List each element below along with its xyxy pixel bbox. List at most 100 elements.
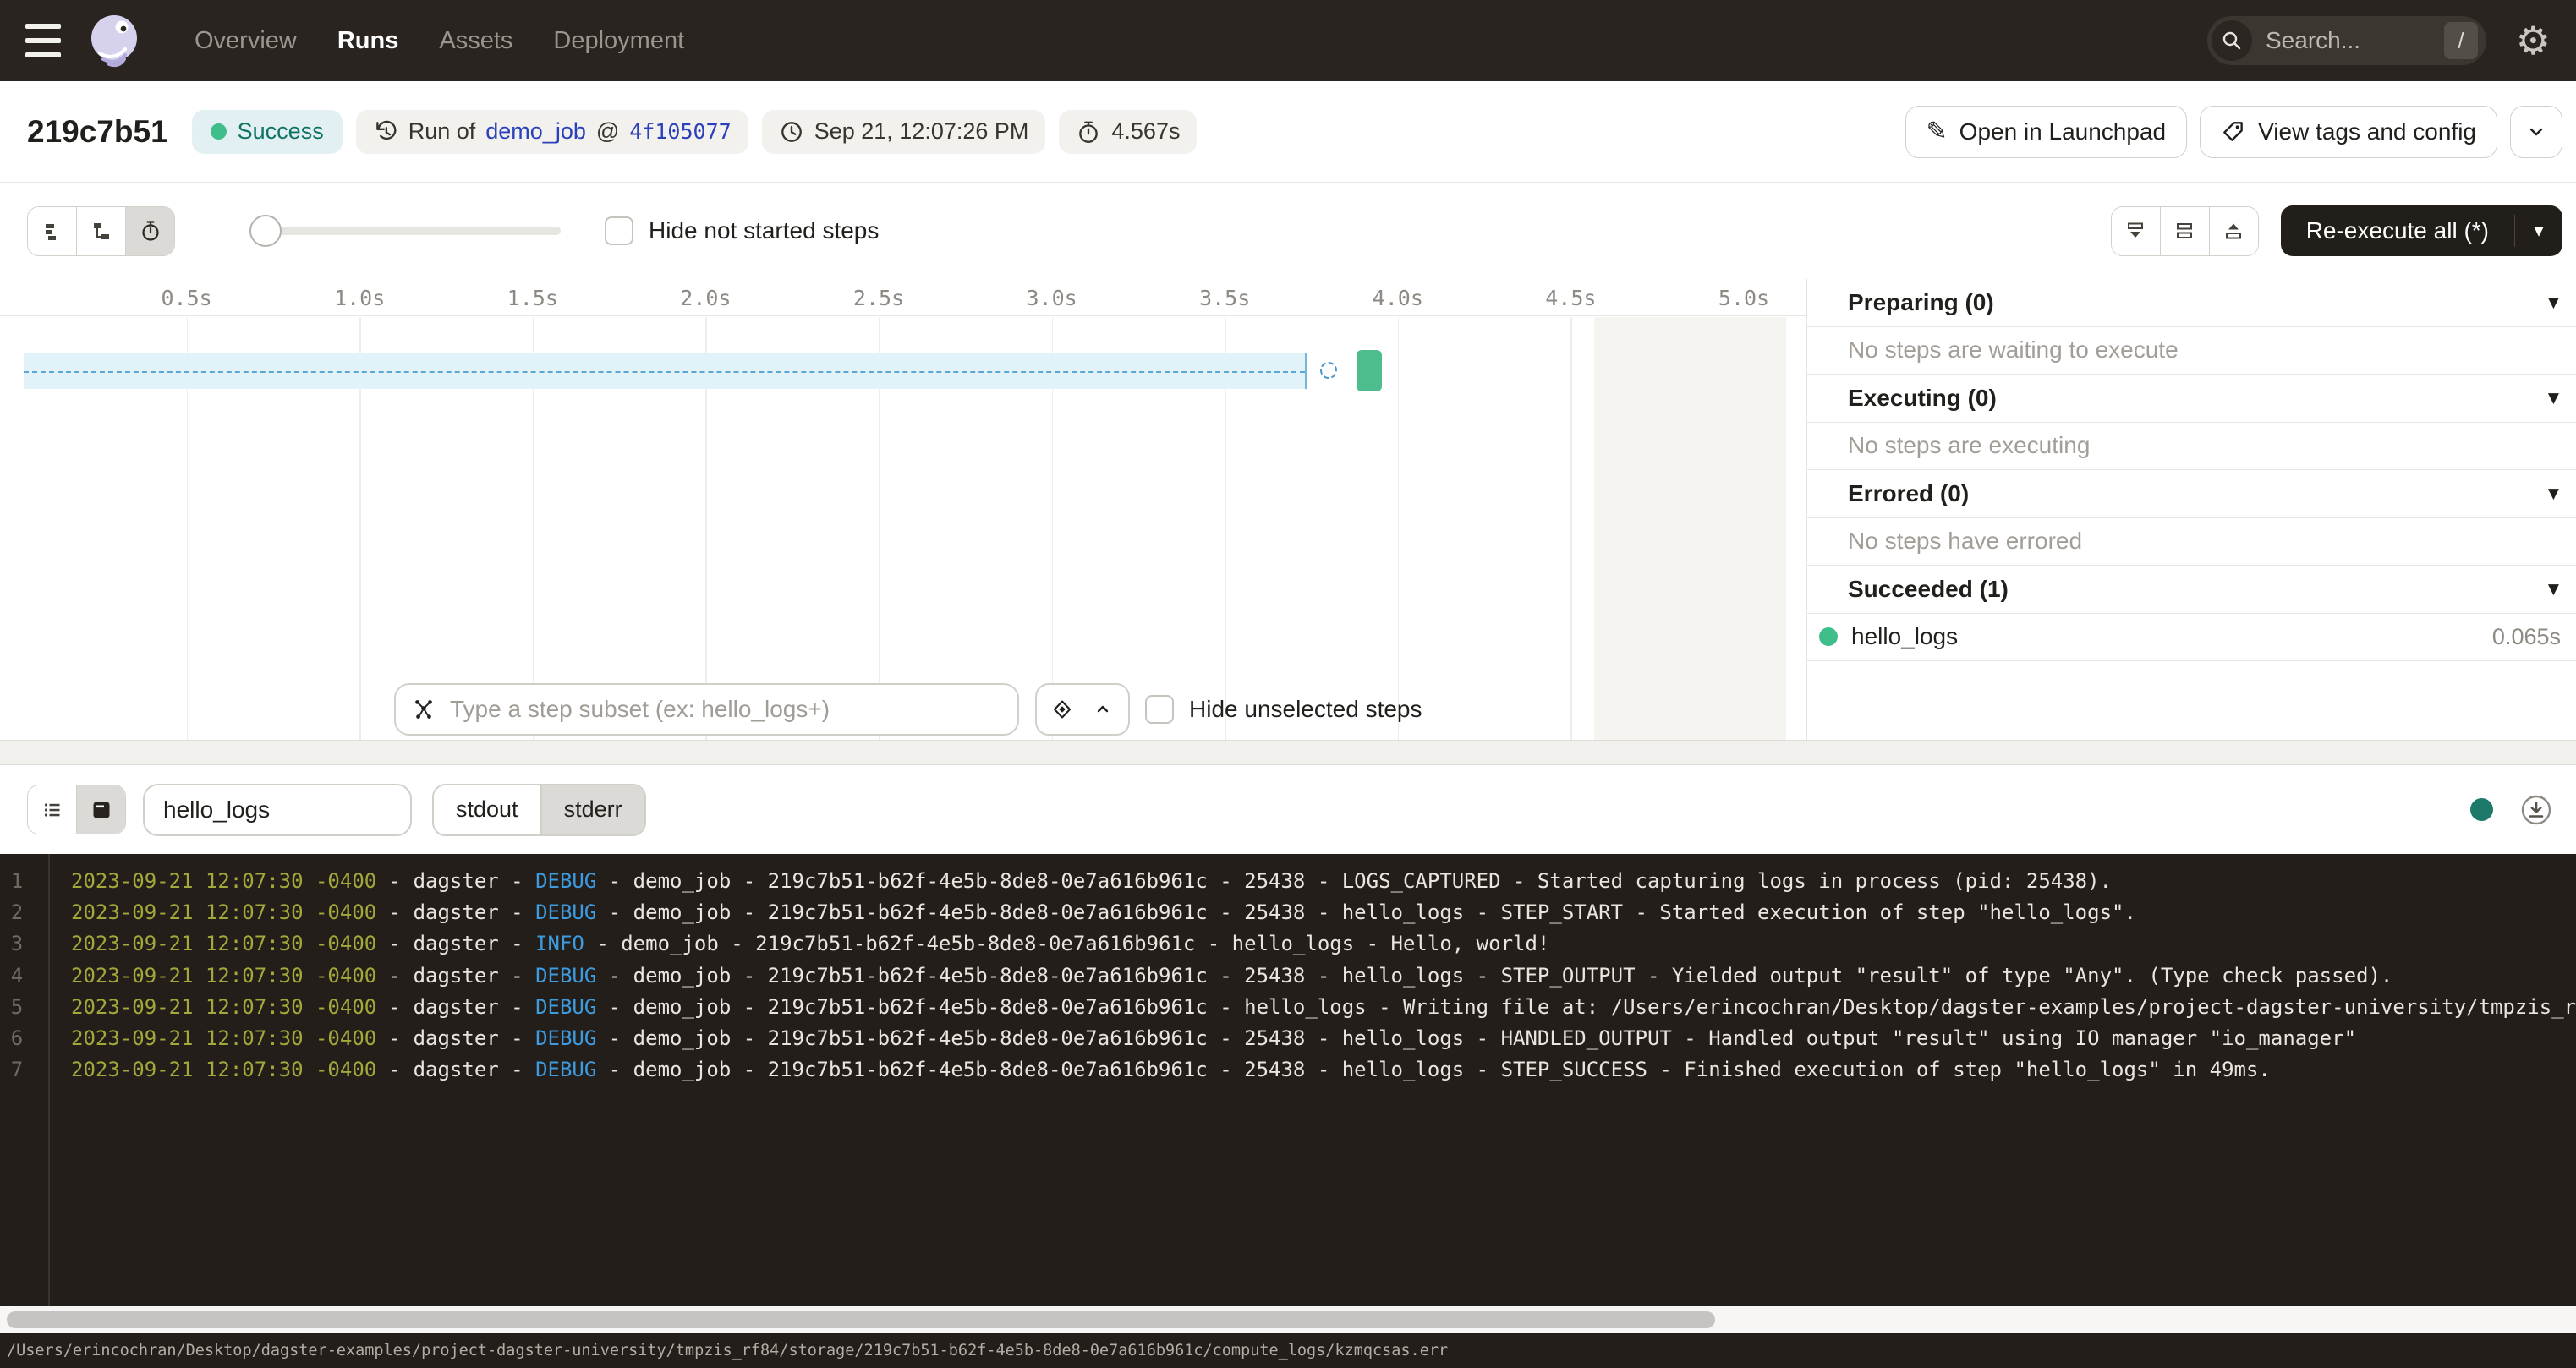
- section-collapse-caret-icon[interactable]: ▼: [2548, 390, 2564, 407]
- hamburger-menu-button[interactable]: [25, 24, 63, 57]
- log-toolbar: stdoutstderr: [0, 765, 2576, 854]
- step-section-header[interactable]: Preparing (0)▼: [1807, 279, 2576, 327]
- run-header-actions: ✎ Open in Launchpad View tags and config: [1905, 106, 2562, 158]
- gantt-after-run-region: [1594, 317, 1786, 740]
- nav-item-assets[interactable]: Assets: [439, 27, 512, 55]
- succeeded-step-row[interactable]: hello_logs 0.065s: [1807, 614, 2576, 662]
- step-section-title: Executing (0): [1848, 385, 1997, 412]
- axis-tick-label: 5.0s: [1718, 286, 1769, 310]
- section-collapse-caret-icon[interactable]: ▼: [2548, 581, 2564, 598]
- list-icon: [41, 798, 64, 822]
- collapse-up-button[interactable]: [2209, 207, 2258, 255]
- hide-not-started-checkbox[interactable]: [605, 216, 633, 245]
- panel-splitter[interactable]: [0, 740, 2576, 765]
- gantt-zoom-controls: [1035, 683, 1130, 736]
- zoom-fit-diamond-icon: [1050, 698, 1074, 721]
- run-of-tag: Run of demo_job @ 4f105077: [356, 110, 748, 154]
- step-section-title: Errored (0): [1848, 480, 1969, 507]
- zoom-to-fit-button[interactable]: [1045, 686, 1079, 733]
- nav-item-overview[interactable]: Overview: [195, 27, 297, 55]
- axis-tick-label: 1.5s: [507, 286, 558, 310]
- nav-item-deployment[interactable]: Deployment: [553, 27, 684, 55]
- settings-gear-icon[interactable]: ⚙: [2516, 0, 2551, 81]
- run-of-prefix: Run of: [408, 118, 476, 145]
- log-file-path: /Users/erincochran/Desktop/dagster-examp…: [7, 1342, 1448, 1360]
- log-line: 3 2023-09-21 12:07:30 -0400 - dagster - I…: [0, 928, 2576, 960]
- timed-stopwatch-icon: [139, 219, 162, 243]
- gantt-chart[interactable]: 0.5s1.0s1.5s2.0s2.5s3.0s3.5s4.0s4.5s5.0s: [0, 279, 1806, 740]
- job-link[interactable]: demo_job: [485, 118, 586, 145]
- download-log-button[interactable]: [2518, 792, 2554, 828]
- log-line-number: 5: [0, 992, 34, 1023]
- step-section-empty-message: No steps are executing: [1807, 423, 2576, 471]
- log-line: 72023-09-21 12:07:30 -0400 - dagster - D…: [0, 1054, 2576, 1086]
- raw-log-view[interactable]: 12023-09-21 12:07:30 -0400 - dagster - D…: [0, 854, 2576, 1306]
- step-section-header[interactable]: Executing (0) ▼: [1807, 375, 2576, 423]
- horizontal-scrollbar[interactable]: [0, 1306, 2576, 1333]
- step-section-header[interactable]: Succeeded (1) ▼: [1807, 566, 2576, 614]
- start-time-label: Sep 21, 12:07:26 PM: [814, 118, 1029, 145]
- hide-not-started-control[interactable]: Hide not started steps: [605, 216, 879, 245]
- log-line: 42023-09-21 12:07:30 -0400 - dagster - D…: [0, 960, 2576, 992]
- log-stream-tabs: stdoutstderr: [432, 784, 646, 836]
- section-collapse-caret-icon[interactable]: ▼: [2548, 294, 2564, 311]
- gantt-step-bar-hello-logs[interactable]: [1357, 350, 1383, 391]
- op-selector-icon: [411, 697, 436, 722]
- primary-nav: Overview Runs Assets Deployment: [195, 27, 684, 55]
- log-line-text: 2023-09-21 12:07:30 -0400 - dagster - DE…: [71, 866, 2112, 897]
- structured-log-view-button[interactable]: [28, 785, 76, 834]
- slider-track: [249, 227, 561, 235]
- step-section-title: Succeeded (1): [1848, 576, 2009, 603]
- log-view-mode-group: [27, 785, 126, 834]
- snapshot-link[interactable]: 4f105077: [629, 119, 731, 144]
- status-dot-icon: [211, 123, 227, 140]
- log-tab-stderr[interactable]: stderr: [540, 785, 644, 834]
- collapse-chart-button[interactable]: [1086, 686, 1120, 733]
- log-line-text: 2023-09-21 12:07:30 -0400 - dagster - DE…: [71, 960, 2392, 992]
- search-placeholder: Search...: [2266, 27, 2360, 54]
- status-label: Success: [238, 118, 324, 145]
- reexecute-dropdown-button[interactable]: ▾: [2515, 221, 2562, 242]
- run-actions-dropdown-button[interactable]: [2510, 106, 2562, 158]
- step-duration: 0.065s: [2492, 624, 2564, 650]
- dagster-logo[interactable]: [86, 13, 142, 68]
- hide-unselected-label: Hide unselected steps: [1189, 696, 1422, 723]
- view-tags-config-button[interactable]: View tags and config: [2200, 106, 2497, 158]
- step-name: hello_logs: [1851, 623, 1958, 650]
- view-mode-timed-button[interactable]: [125, 207, 174, 255]
- hide-unselected-checkbox[interactable]: [1145, 695, 1174, 724]
- log-step-filter-input[interactable]: [143, 784, 412, 836]
- log-line-number: 3: [0, 928, 34, 960]
- search-box[interactable]: Search... /: [2207, 16, 2486, 65]
- at-separator: @: [596, 118, 619, 145]
- split-panels-icon: [2173, 219, 2196, 243]
- hide-unselected-control[interactable]: Hide unselected steps: [1145, 683, 1422, 736]
- log-tab-stdout[interactable]: stdout: [434, 785, 540, 834]
- gantt-marker-circle: [1320, 362, 1337, 379]
- split-panels-button[interactable]: [2160, 207, 2209, 255]
- log-line-text: 2023-09-21 12:07:30 -0400 - dagster - IN…: [71, 928, 1549, 960]
- reexecute-all-button[interactable]: Re-execute all (*): [2281, 217, 2514, 244]
- gantt-zoom-slider[interactable]: [249, 215, 561, 247]
- nav-item-runs[interactable]: Runs: [337, 27, 399, 55]
- gantt-view-mode-group: [27, 206, 175, 256]
- gantt-time-axis: 0.5s1.0s1.5s2.0s2.5s3.0s3.5s4.0s4.5s5.0s: [0, 279, 1806, 316]
- top-nav: Overview Runs Assets Deployment Search... /…: [0, 0, 2576, 81]
- step-section-header[interactable]: Errored (0) ▼: [1807, 470, 2576, 518]
- duration-label: 4.567s: [1111, 118, 1180, 145]
- view-mode-waterfall-button[interactable]: [76, 207, 125, 255]
- scrollbar-thumb[interactable]: [7, 1311, 1715, 1328]
- axis-tick-label: 4.5s: [1545, 286, 1596, 310]
- open-in-launchpad-label: Open in Launchpad: [1959, 118, 2166, 145]
- gantt-section: 0.5s1.0s1.5s2.0s2.5s3.0s3.5s4.0s4.5s5.0s: [0, 279, 2576, 740]
- step-success-dot-icon: [1819, 627, 1838, 646]
- raw-log-view-button[interactable]: [76, 785, 125, 834]
- slider-knob[interactable]: [249, 215, 282, 247]
- section-collapse-caret-icon[interactable]: ▼: [2548, 485, 2564, 502]
- flat-list-icon: [41, 219, 64, 243]
- view-mode-flat-button[interactable]: [28, 207, 76, 255]
- step-subset-input[interactable]: [448, 695, 1002, 724]
- collapse-down-button[interactable]: [2112, 207, 2160, 255]
- open-in-launchpad-button[interactable]: ✎ Open in Launchpad: [1905, 106, 2188, 158]
- duration-tag: 4.567s: [1059, 110, 1197, 154]
